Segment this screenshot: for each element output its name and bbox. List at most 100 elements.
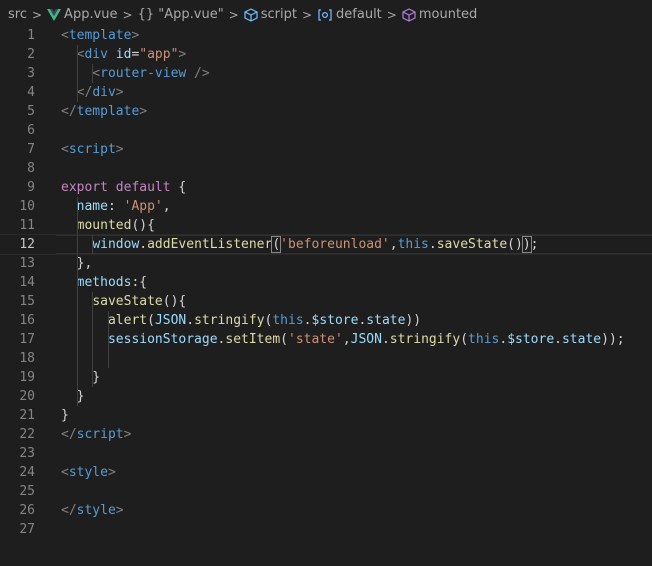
code-token: sessionStorage	[107, 332, 218, 347]
breadcrumb-item-object[interactable]: {} "App.vue"	[138, 7, 224, 22]
code-token: alert	[107, 313, 148, 328]
code-token: ;	[530, 237, 539, 252]
line-number: 19	[19, 370, 35, 385]
breadcrumb-item-script[interactable]: script	[244, 7, 297, 22]
code-token: $store	[311, 313, 359, 328]
vue-logo-icon	[47, 8, 62, 21]
code-token: setItem	[225, 332, 281, 347]
code-line[interactable]: 8	[0, 159, 652, 178]
code-token: export	[61, 180, 108, 195]
code-text: </style>	[61, 503, 124, 518]
code-line[interactable]: 16 alert(JSON.stringify(this.$store.stat…	[0, 311, 652, 330]
line-number: 12	[19, 237, 35, 252]
code-token: saveState	[436, 237, 508, 252]
code-token: (){	[162, 294, 187, 309]
code-line[interactable]: 4 </div>	[0, 83, 652, 102]
code-line[interactable]: 21}	[0, 406, 652, 425]
method-cube-icon	[402, 7, 416, 22]
code-line[interactable]: 23	[0, 444, 652, 463]
line-number: 27	[19, 522, 35, 537]
code-token: style	[76, 503, 116, 518]
breadcrumb-label: {} "App.vue"	[137, 7, 224, 22]
breadcrumb-item-mounted[interactable]: mounted	[402, 7, 477, 22]
code-token: }	[61, 370, 101, 385]
code-token: template	[68, 28, 132, 43]
code-line[interactable]: 11 mounted(){	[0, 216, 652, 235]
code-token: </	[61, 503, 77, 518]
indent-guide	[107, 311, 109, 368]
code-token: div	[84, 47, 108, 62]
code-token: JSON	[154, 313, 187, 328]
code-editor[interactable]: 1 <template> 2 <div id="app"> 3 <router-vie…	[0, 26, 652, 566]
code-line[interactable]: 15 saveState(){	[0, 292, 652, 311]
code-token: }	[61, 389, 85, 404]
code-token: $store	[507, 332, 555, 347]
code-token: this	[468, 332, 500, 347]
code-line[interactable]: 9 export default {	[0, 178, 652, 197]
code-line[interactable]: 5 </template>	[0, 102, 652, 121]
code-line[interactable]: 20 }	[0, 387, 652, 406]
breadcrumb-item-src[interactable]: src	[8, 7, 27, 22]
code-token: >	[123, 427, 132, 442]
code-line[interactable]: 13 },	[0, 254, 652, 273]
code-token: ,	[389, 237, 398, 252]
code-token: .	[554, 332, 562, 347]
breadcrumb-item-app-vue[interactable]: App.vue	[47, 7, 118, 22]
code-line[interactable]: 1 <template>	[0, 26, 652, 45]
code-line[interactable]: 18	[0, 349, 652, 368]
code-token: .	[303, 313, 312, 328]
code-token: .	[381, 332, 390, 347]
code-line[interactable]: 22 </script>	[0, 425, 652, 444]
code-line[interactable]: 6	[0, 121, 652, 140]
code-text: <template>	[61, 28, 139, 43]
line-number: 25	[19, 484, 35, 499]
line-number: 1	[27, 28, 35, 43]
code-token: </	[61, 104, 77, 119]
code-token: window	[92, 237, 140, 252]
code-token: 'beforeunload'	[280, 237, 390, 252]
code-text: </template>	[61, 104, 147, 119]
code-token: 'App'	[123, 199, 163, 214]
line-number: 4	[27, 85, 35, 100]
line-number: 5	[27, 104, 35, 119]
breadcrumb-item-default[interactable]: default	[317, 7, 382, 22]
breadcrumb-label: mounted	[418, 7, 478, 22]
code-token: script	[76, 427, 124, 442]
code-line[interactable]: 25	[0, 482, 652, 501]
code-token: stringify	[389, 332, 461, 347]
code-line[interactable]: 17 sessionStorage.setItem('state',JSON.s…	[0, 330, 652, 349]
code-line[interactable]: 26 </style>	[0, 501, 652, 520]
code-text: mounted(){	[61, 218, 155, 233]
code-line[interactable]: 24 <style>	[0, 463, 652, 482]
code-token: .	[499, 332, 508, 347]
code-text: alert(JSON.stringify(this.$store.state))	[61, 313, 421, 328]
code-line[interactable]: 7 <script>	[0, 140, 652, 159]
indent-guide	[92, 64, 94, 83]
code-token: ()	[507, 237, 523, 252]
code-text: }	[61, 389, 85, 404]
code-line[interactable]: 10 name: 'App',	[0, 197, 652, 216]
code-text: }	[61, 370, 100, 385]
code-token: (	[460, 332, 469, 347]
code-token: (	[271, 236, 282, 253]
code-token: <	[61, 66, 101, 81]
chevron-right-icon: >	[228, 7, 239, 22]
code-line[interactable]: 2 <div id="app">	[0, 45, 652, 64]
code-line[interactable]: 19 }	[0, 368, 652, 387]
code-line[interactable]: 3 <router-view />	[0, 64, 652, 83]
line-number: 11	[19, 218, 35, 233]
line-number: 8	[27, 161, 35, 176]
code-token: 'state'	[288, 332, 343, 347]
line-number: 23	[19, 446, 35, 461]
indent-guide	[92, 292, 94, 387]
code-line[interactable]: 14 methods:{	[0, 273, 652, 292]
code-token: state	[561, 332, 602, 347]
code-line[interactable]: 27	[0, 520, 652, 539]
breadcrumb-label: default	[336, 7, 382, 22]
code-line[interactable]: 12 window.addEventListener('beforeunload…	[0, 234, 652, 255]
code-text: <div id="app">	[61, 47, 187, 62]
code-token: id	[115, 47, 132, 62]
